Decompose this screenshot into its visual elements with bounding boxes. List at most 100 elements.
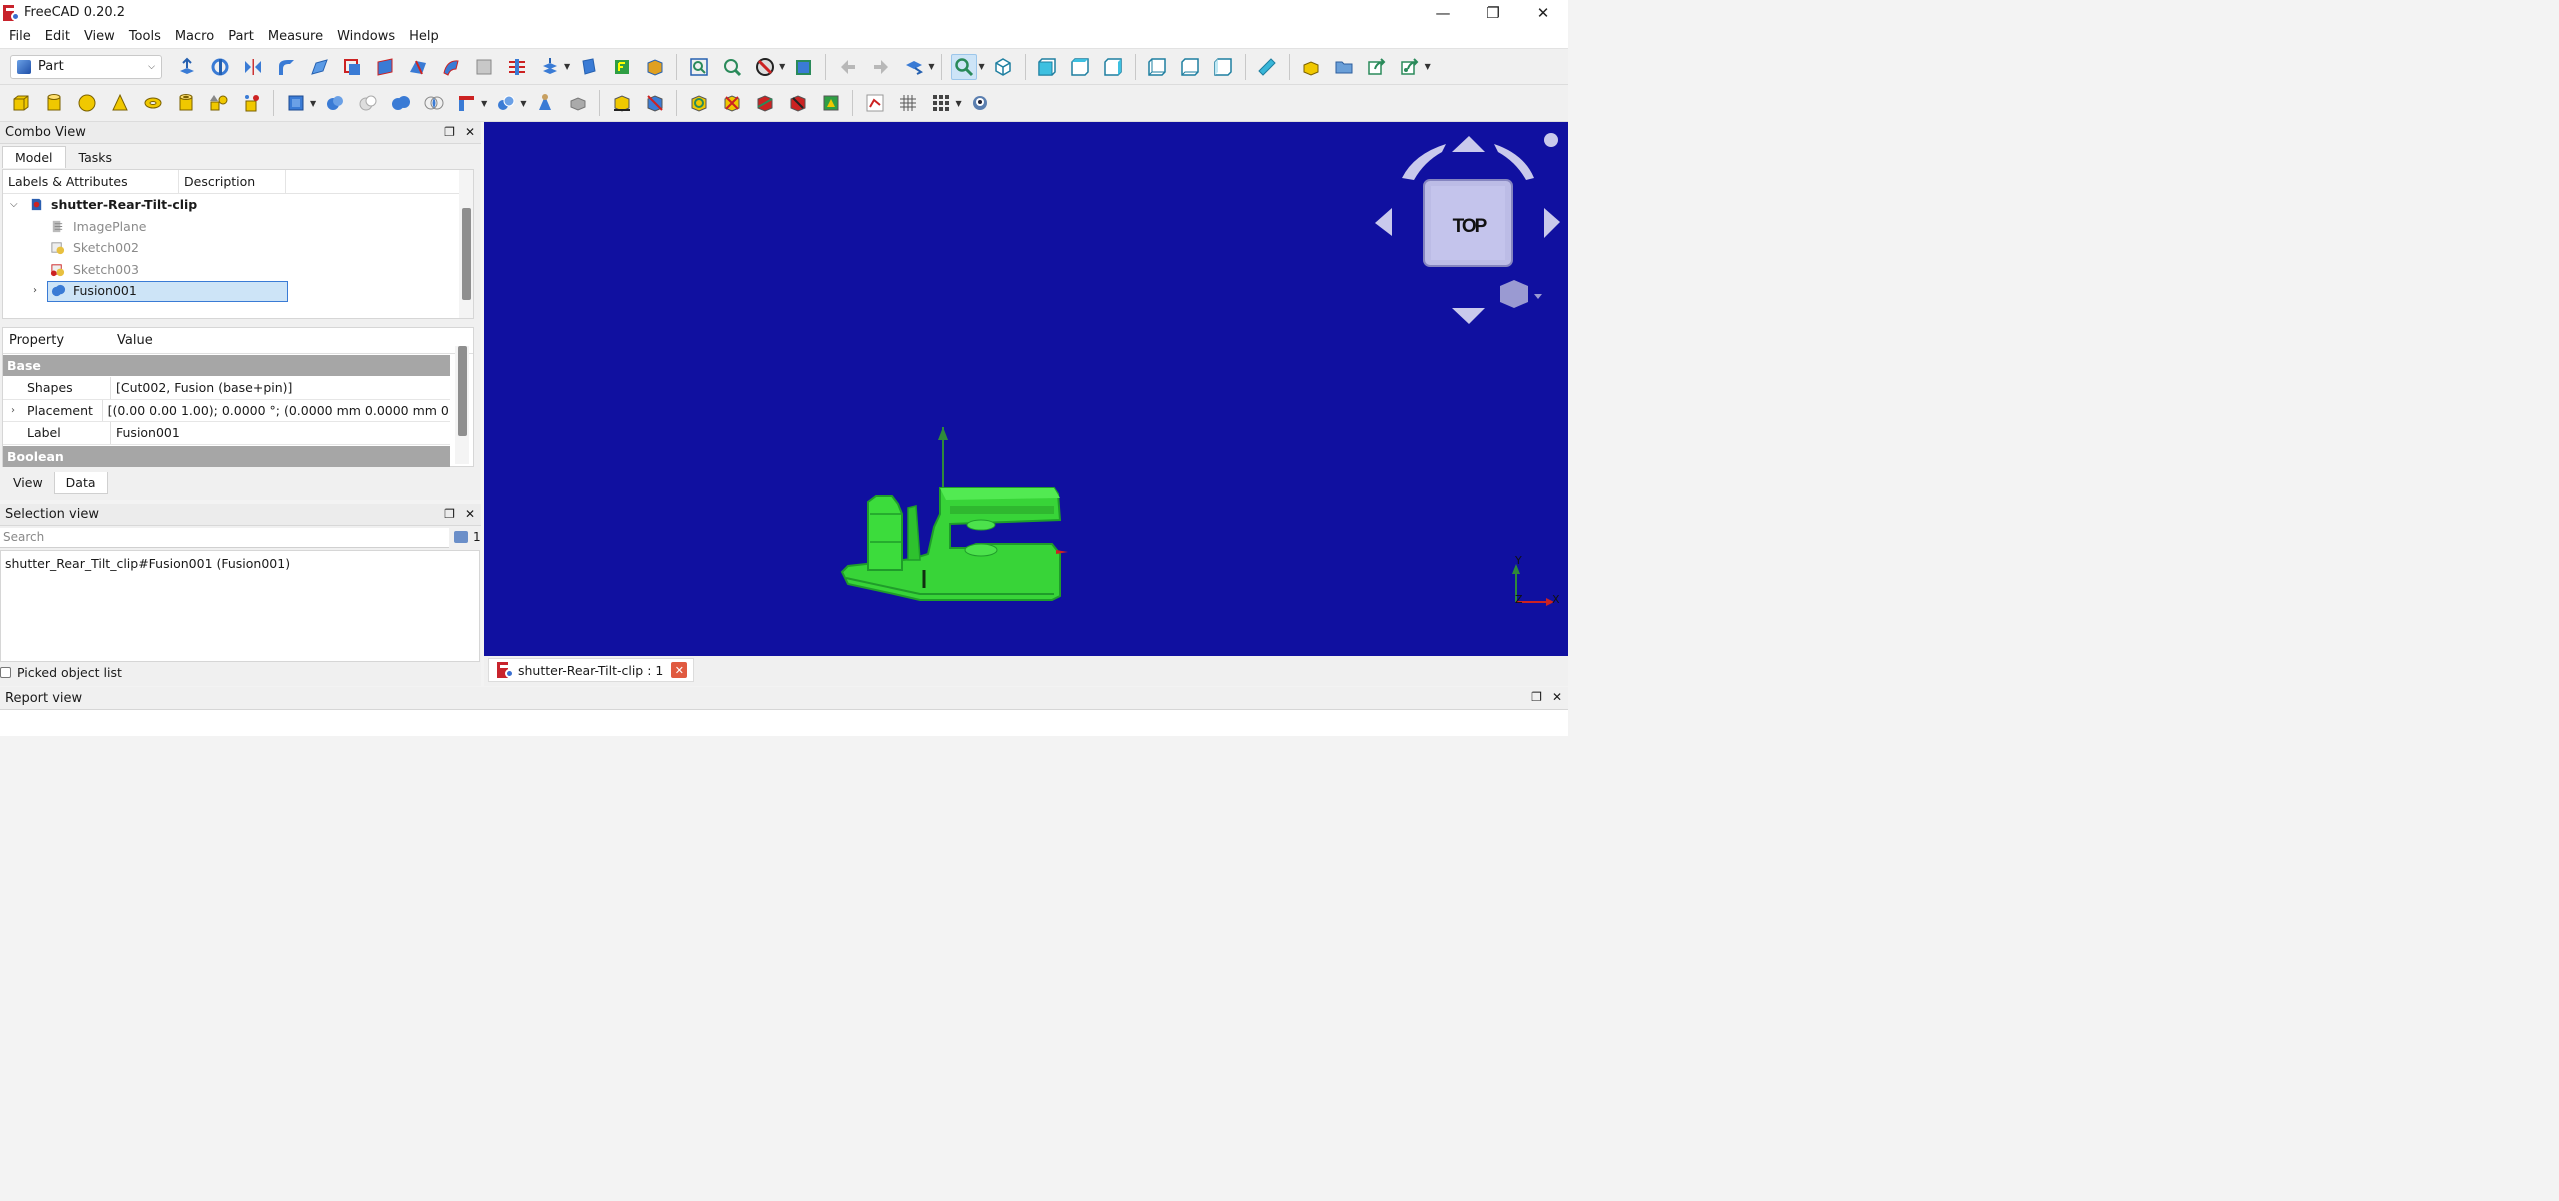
close-panel-icon[interactable]: ✕ [465,125,475,139]
measure-angular-button[interactable] [642,90,668,116]
split-dropdown-icon[interactable]: ▼ [520,99,526,108]
sphere-button[interactable] [74,90,100,116]
measure-refresh-button[interactable] [686,90,712,116]
close-window-button[interactable]: ✕ [1518,0,1568,25]
expand-chevron-icon[interactable]: ⌵ [10,199,18,210]
nav-down-arrow-icon[interactable] [1452,308,1485,324]
make-face-button[interactable] [339,54,365,80]
menu-macro[interactable]: Macro [168,29,221,44]
close-panel-icon[interactable]: ✕ [1552,690,1562,704]
tree-scrollbar[interactable] [459,170,473,318]
float-panel-icon[interactable]: ❐ [444,125,455,139]
cut-button[interactable] [355,90,381,116]
mirror-button[interactable] [240,54,266,80]
view-bottom-button[interactable] [1177,54,1203,80]
close-panel-icon[interactable]: ✕ [465,507,475,521]
toggle-delta-measures-button[interactable] [818,90,844,116]
nav-rotate-left-icon[interactable] [1402,144,1446,180]
join-features-button[interactable] [454,90,480,116]
check-geometry-button[interactable] [532,90,558,116]
views-grid-button[interactable] [928,90,954,116]
back-button[interactable] [835,54,861,80]
link-sub-button[interactable] [1397,54,1423,80]
tree-scroll-thumb[interactable] [462,208,471,300]
boolean-button[interactable] [322,90,348,116]
restore-button[interactable]: ❐ [1468,0,1518,25]
cone-button[interactable] [107,90,133,116]
cross-sections-button[interactable] [504,54,530,80]
tree-item-sketch003[interactable]: Sketch003 [3,259,473,281]
offset-button[interactable] [537,54,563,80]
view-isometric-button[interactable] [990,54,1016,80]
nav-rotate-right-icon[interactable] [1494,144,1534,180]
nav-mini-cube-icon[interactable] [1500,280,1528,308]
tube-button[interactable] [173,90,199,116]
section-button[interactable] [471,54,497,80]
property-value[interactable]: [(0.00 0.00 1.00); 0.0000 °; (0.0000 mm … [103,403,450,418]
close-tab-icon[interactable]: ✕ [671,662,688,678]
menu-view[interactable]: View [77,29,122,44]
view-fit-selection-button[interactable] [719,54,745,80]
loft-button[interactable] [405,54,431,80]
expand-chevron-icon[interactable]: › [11,405,15,416]
view-right-button[interactable] [1100,54,1126,80]
nav-left-arrow-icon[interactable] [1375,208,1392,236]
view-rear-button[interactable] [1144,54,1170,80]
nav-right-arrow-icon[interactable] [1544,208,1560,238]
measure-linear-button[interactable] [609,90,635,116]
forward-button[interactable] [868,54,894,80]
toggle-grid-button[interactable] [895,90,921,116]
property-scrollbar[interactable] [455,346,469,464]
selection-search-input[interactable]: Search [0,528,449,548]
property-scroll-thumb[interactable] [458,346,467,436]
property-group-boolean[interactable]: Boolean [3,445,450,467]
tree-col-description[interactable]: Description [179,170,286,193]
property-value[interactable]: [Cut002, Fusion (base+pin)] [111,380,292,395]
tree-item-sketch002[interactable]: Sketch002 [3,237,473,259]
property-row-placement[interactable]: › Placement [(0.00 0.00 1.00); 0.0000 °; … [3,399,450,422]
menu-windows[interactable]: Windows [330,29,402,44]
defeaturing-button[interactable] [565,90,591,116]
menu-part[interactable]: Part [221,29,261,44]
property-group-base[interactable]: Base [3,355,450,376]
prop-col-value[interactable]: Value [111,328,159,353]
torus-button[interactable] [140,90,166,116]
property-value[interactable]: Fusion001 [111,425,180,440]
offset-dropdown-icon[interactable]: ▼ [564,62,570,71]
compound-tools-button[interactable] [283,90,309,116]
fusion001-model[interactable] [840,427,1068,601]
tab-view[interactable]: View [2,472,54,494]
clear-all-measures-button[interactable] [719,90,745,116]
chamfer-button[interactable] [306,54,332,80]
selection-list-item[interactable]: shutter_Rear_Tilt_clip#Fusion001 (Fusion… [5,556,475,571]
3d-viewport[interactable]: TOP Y Z X [484,122,1568,656]
view-front-button[interactable] [1034,54,1060,80]
view-left-button[interactable] [1210,54,1236,80]
common-button[interactable] [421,90,447,116]
fuse-button[interactable] [388,90,414,116]
nav-menu-icon[interactable] [1544,133,1558,147]
scene-canvas[interactable]: TOP Y Z X [484,122,1568,656]
menu-edit[interactable]: Edit [38,29,77,44]
clear-search-icon[interactable] [454,531,468,543]
workbench-selector[interactable]: Part ⌵ [10,54,162,79]
property-row-label[interactable]: Label Fusion001 [3,422,450,445]
bounding-box-button[interactable] [791,54,817,80]
tree-item-imageplane[interactable]: ImagePlane [3,216,473,238]
expand-chevron-icon[interactable]: › [33,285,37,296]
projection-button[interactable] [609,54,635,80]
extrude-button[interactable] [174,54,200,80]
navigation-cube[interactable]: TOP [1375,133,1560,324]
picked-object-checkbox[interactable] [0,667,11,678]
tree-col-labels[interactable]: Labels & Attributes [3,170,179,193]
toggle-all-measures-button[interactable] [752,90,778,116]
view-top-button[interactable] [1067,54,1093,80]
menu-file[interactable]: File [2,29,38,44]
document-tab[interactable]: shutter-Rear-Tilt-clip : 1 ✕ [488,658,695,682]
sweep-button[interactable] [438,54,464,80]
float-panel-icon[interactable]: ❐ [444,507,455,521]
tree-item-document[interactable]: ⌵ shutter-Rear-Tilt-clip [3,194,473,216]
tab-model[interactable]: Model [2,146,66,168]
tab-tasks[interactable]: Tasks [66,146,126,168]
zoom-button[interactable] [950,53,977,80]
